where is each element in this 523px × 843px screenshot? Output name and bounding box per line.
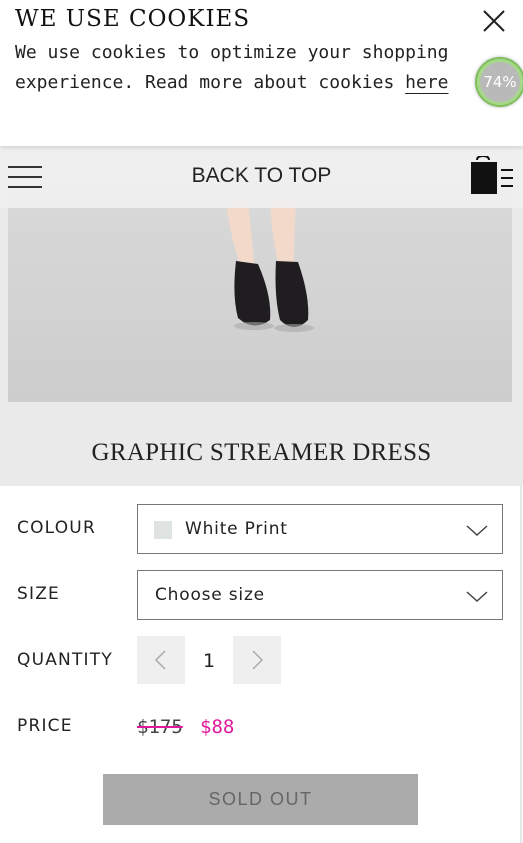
scrollbar-edge bbox=[520, 486, 522, 843]
quantity-increase-button[interactable] bbox=[233, 636, 281, 684]
chevron-left-icon bbox=[154, 650, 166, 670]
shopping-bag-icon[interactable] bbox=[469, 154, 515, 196]
size-label: SIZE bbox=[17, 584, 60, 604]
top-nav: BACK TO TOP bbox=[0, 146, 523, 208]
size-select[interactable]: Choose size bbox=[137, 570, 503, 620]
progress-badge[interactable]: 74% bbox=[475, 57, 523, 107]
chevron-down-icon bbox=[466, 525, 488, 537]
back-to-top-link[interactable]: BACK TO TOP bbox=[0, 164, 523, 188]
cookie-banner: WE USE COOKIES We use cookies to optimiz… bbox=[0, 0, 523, 146]
quantity-value: 1 bbox=[202, 650, 216, 672]
colour-label: COLOUR bbox=[17, 518, 96, 538]
colour-selected-value: White Print bbox=[185, 519, 288, 539]
cookie-more-link[interactable]: here bbox=[405, 72, 448, 93]
original-price: $175 bbox=[137, 716, 183, 738]
cookie-banner-text: We use cookies to optimize your shopping… bbox=[15, 38, 475, 98]
progress-value: 74% bbox=[483, 73, 517, 91]
progress-badge-inner: 74% bbox=[480, 62, 520, 102]
colour-swatch bbox=[154, 521, 172, 539]
chevron-right-icon bbox=[252, 650, 264, 670]
chevron-down-icon bbox=[466, 591, 488, 603]
quantity-decrease-button[interactable] bbox=[137, 636, 185, 684]
size-placeholder: Choose size bbox=[155, 585, 265, 605]
close-icon[interactable] bbox=[482, 9, 506, 33]
product-title: GRAPHIC STREAMER DRESS bbox=[91, 439, 432, 466]
cookie-banner-title: WE USE COOKIES bbox=[15, 6, 251, 32]
quantity-label: QUANTITY bbox=[17, 650, 113, 670]
sale-price: $88 bbox=[200, 716, 235, 738]
cookie-banner-message: We use cookies to optimize your shopping… bbox=[15, 42, 449, 93]
colour-select[interactable]: White Print bbox=[137, 504, 503, 554]
price-label: PRICE bbox=[17, 716, 73, 736]
sold-out-button[interactable]: SOLD OUT bbox=[103, 774, 418, 825]
